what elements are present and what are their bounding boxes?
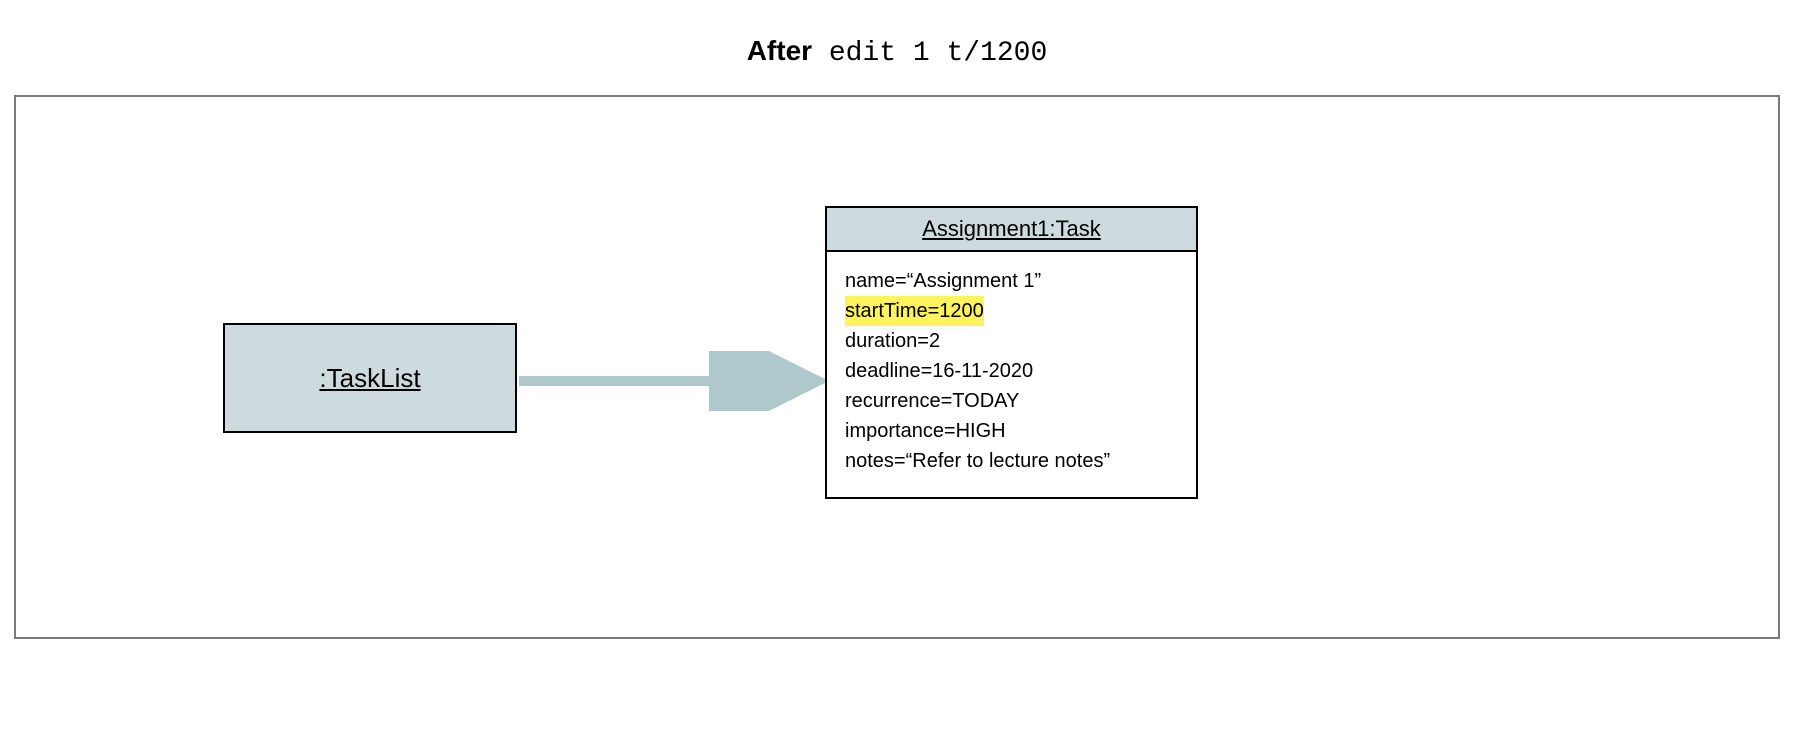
- association-arrow: [519, 351, 839, 411]
- attr-starttime: startTime=1200: [845, 296, 1178, 326]
- object-task-header: Assignment1:Task: [827, 208, 1196, 252]
- attr-deadline: deadline=16-11-2020: [845, 356, 1178, 386]
- diagram-frame: :TaskList Assignment1:Task name=“Assignm…: [14, 95, 1780, 639]
- attr-importance: importance=HIGH: [845, 416, 1178, 446]
- object-tasklist-label: :TaskList: [319, 363, 420, 394]
- attr-starttime-highlight: startTime=1200: [845, 296, 984, 326]
- attr-duration: duration=2: [845, 326, 1178, 356]
- object-task: Assignment1:Task name=“Assignment 1” sta…: [825, 206, 1198, 499]
- object-task-body: name=“Assignment 1” startTime=1200 durat…: [827, 252, 1196, 490]
- attr-name: name=“Assignment 1”: [845, 266, 1178, 296]
- title-mono: edit 1 t/1200: [812, 38, 1047, 69]
- title-bold: After: [747, 35, 812, 66]
- object-task-name: Assignment1:Task: [922, 216, 1101, 241]
- diagram-title: After edit 1 t/1200: [0, 0, 1794, 69]
- attr-recurrence: recurrence=TODAY: [845, 386, 1178, 416]
- attr-notes: notes=“Refer to lecture notes”: [845, 446, 1178, 476]
- object-tasklist: :TaskList: [223, 323, 517, 433]
